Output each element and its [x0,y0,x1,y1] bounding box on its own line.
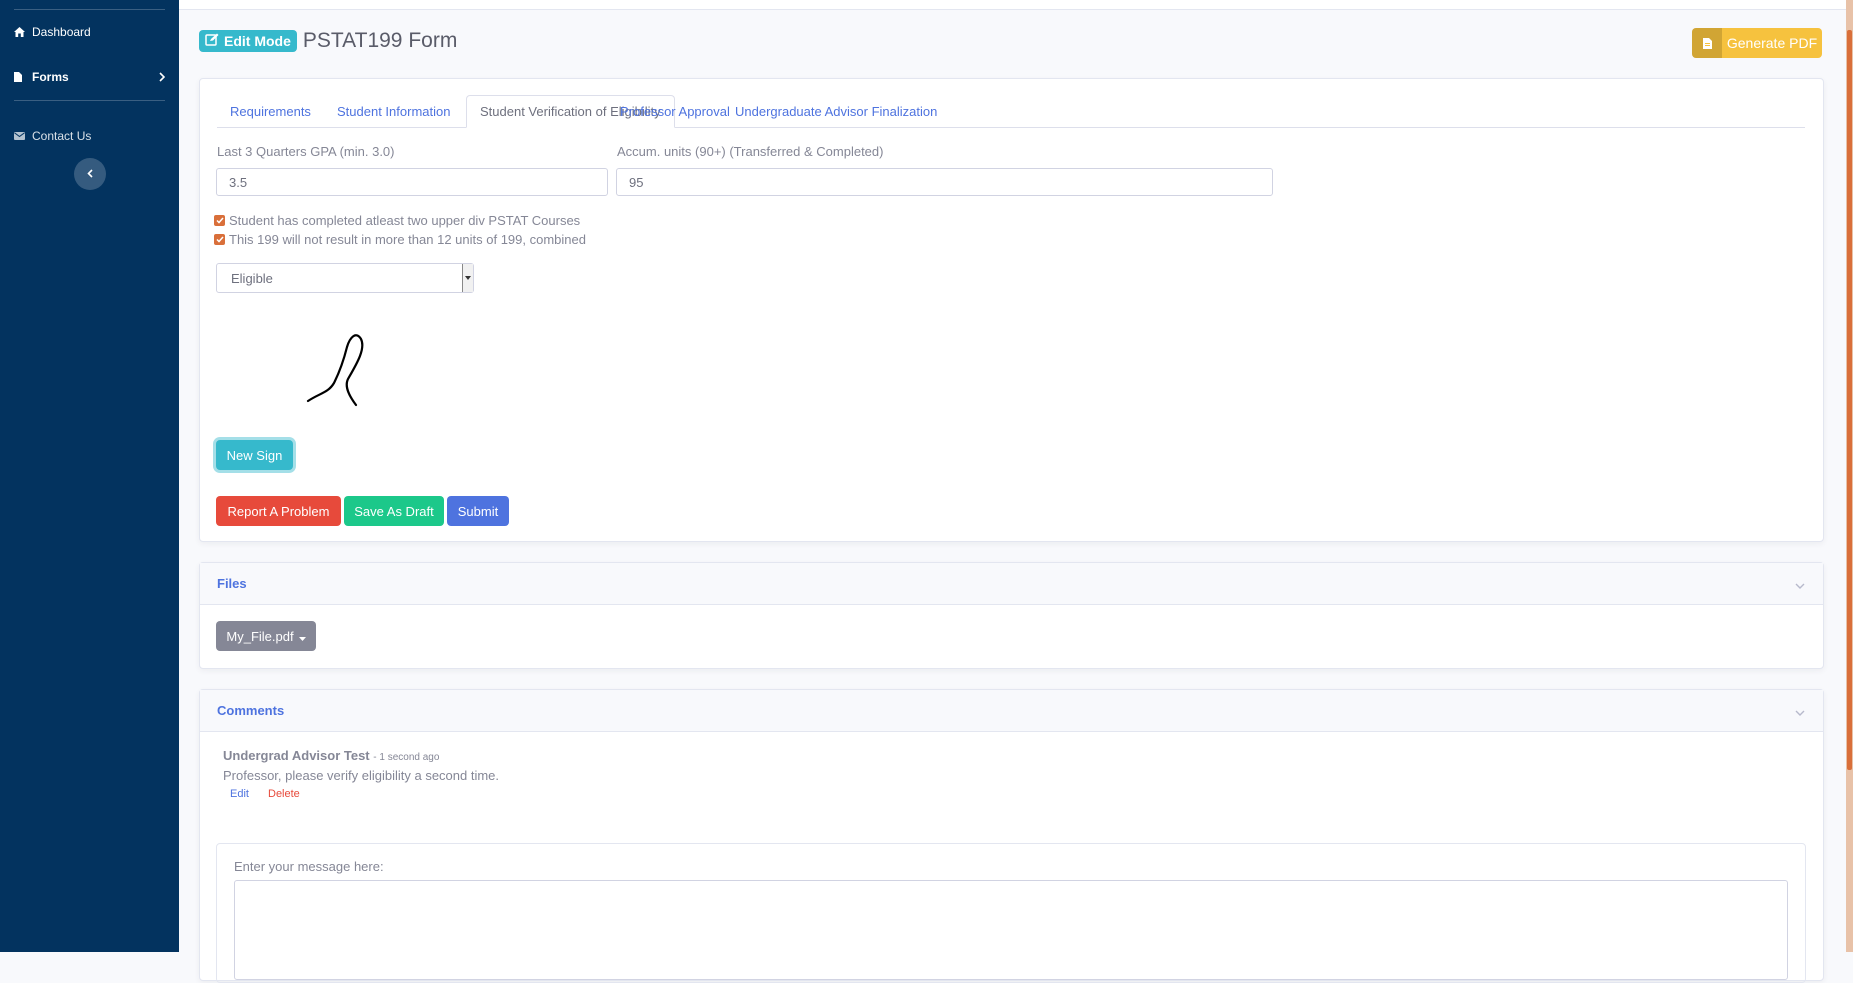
sidebar-item-contact[interactable]: Contact Us [14,126,165,146]
page-title: PSTAT199 Form [302,29,458,52]
scrollbar[interactable] [1846,0,1853,952]
sidebar: Dashboard Forms Contact Us [0,0,179,952]
files-card: Files My_File.pdf [199,562,1824,669]
tab-student-information[interactable]: Student Information [324,95,463,127]
caret-down-icon [298,629,306,644]
files-title: Files [217,576,247,591]
edit-mode-badge: Edit Mode [199,30,297,52]
scrollbar-thumb[interactable] [1847,30,1852,770]
tab-requirements[interactable]: Requirements [217,95,324,127]
chevron-left-icon [87,165,93,183]
home-icon [14,27,32,37]
sidebar-item-dashboard[interactable]: Dashboard [14,22,165,42]
sidebar-toggle-button[interactable] [74,158,106,190]
generate-pdf-label: Generate PDF [1726,35,1818,51]
comments-title: Comments [217,703,285,718]
files-header[interactable]: Files [200,563,1823,605]
sidebar-item-label: Contact Us [32,129,92,143]
comment-edit-link[interactable]: Edit [230,788,249,800]
new-comment-box: Enter your message here: [216,843,1806,983]
sidebar-item-label: Dashboard [32,25,91,39]
sidebar-divider [14,9,165,10]
units-label: Accum. units (90+) (Transferred & Comple… [617,144,884,159]
comment-delete-link[interactable]: Delete [268,788,300,800]
form-card: Requirements Student Information Student… [199,78,1824,542]
eligibility-value: Eligible [231,270,273,286]
caret-down-icon [462,264,473,292]
file-dropdown-button[interactable]: My_File.pdf [216,621,316,651]
checkbox-checked-icon[interactable] [214,234,225,245]
edit-icon [205,33,219,49]
envelope-icon [14,132,32,140]
comment-body: Professor, please verify eligibility a s… [223,768,500,783]
sidebar-item-forms[interactable]: Forms [14,67,166,87]
comment-author: Undergrad Advisor Test - 1 second ago [223,748,439,763]
message-label: Enter your message here: [234,859,384,874]
generate-pdf-button[interactable]: Generate PDF [1692,28,1822,58]
save-draft-button[interactable]: Save As Draft [344,496,444,526]
gpa-label: Last 3 Quarters GPA (min. 3.0) [217,144,395,159]
sidebar-item-label: Forms [32,70,69,84]
checkbox-label: Student has completed atleast two upper … [229,213,581,228]
checkbox-units-limit[interactable]: This 199 will not result in more than 12… [214,232,586,247]
tab-advisor-finalization[interactable]: Undergraduate Advisor Finalization [722,95,950,127]
chevron-down-icon [1795,577,1805,592]
file-pdf-icon [1692,28,1722,58]
file-name: My_File.pdf [226,628,294,644]
comments-header[interactable]: Comments [200,690,1823,732]
comments-card: Comments Undergrad Advisor Test - 1 seco… [199,689,1824,983]
checkbox-label: This 199 will not result in more than 12… [229,232,586,247]
checkbox-checked-icon[interactable] [214,215,225,226]
gpa-input[interactable]: 3.5 [216,168,608,196]
report-problem-button[interactable]: Report A Problem [216,496,341,526]
page-heading: Edit Mode PSTAT199 Form [199,29,457,53]
file-icon [14,72,32,82]
comment-author-name: Undergrad Advisor Test [223,748,370,763]
form-tabs: Requirements Student Information Student… [217,95,1805,128]
sidebar-divider [14,100,165,101]
topbar [179,0,1853,10]
chevron-right-icon [159,71,166,85]
edit-mode-label: Edit Mode [224,33,291,49]
units-input[interactable]: 95 [616,168,1273,196]
submit-button[interactable]: Submit [447,496,509,526]
chevron-down-icon [1795,704,1805,719]
new-sign-button[interactable]: New Sign [216,440,293,470]
checkbox-upper-div[interactable]: Student has completed atleast two upper … [214,213,580,228]
eligibility-select[interactable]: Eligible [216,263,474,293]
comment-timestamp: - 1 second ago [373,752,440,763]
message-textarea[interactable] [234,880,1788,980]
